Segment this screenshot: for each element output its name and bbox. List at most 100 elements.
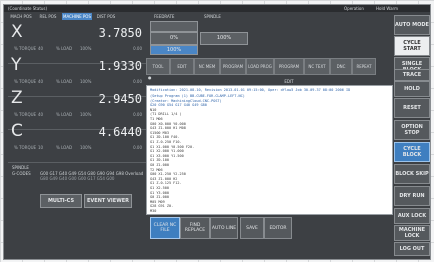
- program-line: (T1 DRILL 1/4 ): [150, 112, 182, 117]
- aux-lock-button[interactable]: AUX LOCK: [394, 208, 430, 224]
- title-bar-right-b: Hold Warm: [376, 6, 398, 11]
- torque-value: 40: [38, 79, 44, 84]
- gcode-label: G-CODES: [12, 171, 31, 176]
- load-value: 100%: [80, 112, 92, 117]
- title-bar-right-a: Operation: [344, 6, 364, 11]
- load-label: % LOAD: [56, 46, 73, 51]
- torque-value: 40: [38, 112, 44, 117]
- program-line: G28 G91 Z0.: [150, 204, 174, 209]
- cycle-start-button[interactable]: CYCLE START: [394, 36, 430, 56]
- auto-line-button[interactable]: AUTO LINE: [210, 217, 238, 239]
- toolbar-nc-mem[interactable]: NC MEM: [194, 58, 220, 75]
- load-value: 100%: [80, 46, 92, 51]
- toolbar-edit[interactable]: EDIT: [170, 58, 194, 75]
- program-line: (Setup Program (1) BB-CUBE-FOR-CLAMP-LEF…: [150, 94, 245, 98]
- program-header: Modification: 2021-08-10, Revision 2013-…: [150, 88, 351, 92]
- torque-label: % TORQUE: [14, 46, 37, 51]
- toolbar-tool[interactable]: TOOL: [146, 58, 170, 75]
- axis-zero: 0.00: [133, 79, 142, 84]
- block-skip-button[interactable]: BLOCK SKIP: [394, 164, 430, 184]
- axis-value: 2.9450: [98, 92, 142, 106]
- axis-zero: 0.00: [133, 112, 142, 117]
- feedrate-label: FEEDRATE: [154, 14, 175, 19]
- feed-100-button[interactable]: 100%: [150, 45, 198, 55]
- toolbar-program-edit[interactable]: PROGRAM EDIT: [274, 58, 304, 84]
- find-replace-button[interactable]: FIND REPLACE: [180, 217, 210, 239]
- program-path-label: ●: [148, 75, 152, 80]
- program-line: G00 X1.250 Y2.250: [150, 172, 186, 177]
- machine-lock-button[interactable]: MACHINE LOCK: [394, 225, 430, 241]
- load-label: % LOAD: [56, 112, 73, 117]
- program-line: G1 Z0.100 F40.: [150, 135, 180, 140]
- toolbar-dnc[interactable]: DNC: [330, 58, 352, 75]
- program-line: (Creator: MachiningCloud-CNC-POST): [150, 98, 222, 103]
- title-bar: (Coordinate Status) Operation Hold Warm: [4, 5, 430, 12]
- tab-dist-pos[interactable]: DIST POS: [94, 13, 118, 20]
- axis-letter: Y: [11, 55, 22, 75]
- hold-button[interactable]: HOLD: [394, 81, 430, 97]
- tab-mach-pos[interactable]: MACH POS: [8, 13, 34, 20]
- program-line: G0 Z1.000: [150, 195, 169, 200]
- spindle-label: SPINDLE: [12, 165, 29, 170]
- auto-mode-button[interactable]: AUTO MODE: [394, 15, 430, 35]
- load-value: 100%: [80, 145, 92, 150]
- axis-letter: X: [11, 22, 23, 42]
- load-value: 100%: [80, 79, 92, 84]
- axis-value: 3.7850: [98, 26, 142, 40]
- toolbar-nc-text[interactable]: NC TEXT: [304, 58, 330, 75]
- program-text-area[interactable]: Modification: 2021-08-10, Revision 2013-…: [146, 85, 393, 215]
- trace-button[interactable]: TRACE: [394, 69, 430, 81]
- program-line: T1 M06: [150, 117, 163, 121]
- program-line: G1 Y3.000: [150, 190, 169, 195]
- page-background: (Coordinate Status) Operation Hold Warm …: [0, 0, 434, 262]
- multi-cs-button[interactable]: MULTI-CS: [40, 194, 82, 208]
- event-viewer-button[interactable]: EVENT VIEWER: [84, 194, 132, 208]
- torque-label: % TORQUE: [14, 79, 37, 84]
- feed-0-button[interactable]: 0%: [150, 32, 198, 45]
- clear-nc-file-button[interactable]: CLEAR NC FILE: [150, 217, 180, 239]
- program-line: T2 M06: [150, 167, 163, 172]
- tab-machine-pos[interactable]: MACHINE POS: [62, 13, 92, 20]
- axis-value: 4.6440: [98, 125, 142, 139]
- program-line: G43 Z1.000 H1 M08: [150, 126, 186, 131]
- dry-run-button[interactable]: DRY RUN: [394, 186, 430, 206]
- program-line: G1 Z0.100: [150, 158, 169, 163]
- save-button[interactable]: SAVE: [240, 217, 264, 239]
- axis-zero: 0.00: [133, 145, 142, 150]
- tab-rel-pos[interactable]: REL POS: [36, 13, 60, 20]
- program-line: N10: [150, 107, 157, 112]
- cycle-block-button[interactable]: CYCLE BLOCK: [394, 142, 430, 162]
- program-line: G1 Z-0.125 F12.: [150, 181, 182, 186]
- toolbar-repeat[interactable]: REPEAT: [352, 58, 376, 75]
- program-line: M30: [150, 209, 157, 213]
- feed-zero-button[interactable]: [150, 21, 198, 32]
- spindle-override-label: SPINDLE: [204, 14, 221, 19]
- axis-c-panel: C 4.6440 % TORQUE 10 % LOAD 100% 0.00: [8, 120, 146, 163]
- toolbar-program[interactable]: PROGRAM: [220, 58, 246, 75]
- reset-button[interactable]: RESET: [394, 98, 430, 118]
- load-label: % LOAD: [56, 145, 73, 150]
- option-stop-button[interactable]: OPTION STOP: [394, 120, 430, 140]
- gcode-line-2: G80 G49 G40 G00 G00 G17 G54 G00: [40, 176, 115, 181]
- program-line: G20 G90 G54 G17 G40 G49 G80: [150, 103, 207, 108]
- program-line: G1 X2.500: [150, 186, 169, 190]
- axis-letter: Z: [11, 88, 23, 108]
- program-line: G1 X2.000 Y1.000: [150, 149, 184, 154]
- title-bar-left: (Coordinate Status): [8, 6, 48, 11]
- axis-zero: 0.00: [133, 46, 142, 51]
- program-line: G1 X3.000 Y1.500: [150, 153, 184, 158]
- program-line: M05 M09: [150, 199, 165, 204]
- program-line: G43 Z1.000 H2: [150, 176, 178, 181]
- axis-value: 1.9330: [98, 59, 142, 73]
- load-label: % LOAD: [56, 79, 73, 84]
- torque-label: % TORQUE: [14, 112, 37, 117]
- torque-label: % TORQUE: [14, 145, 37, 150]
- log-out-button[interactable]: LOG OUT: [394, 242, 430, 256]
- spindle-100-button[interactable]: 100%: [200, 32, 248, 45]
- program-line: G1 X1.000 Y0.500 F20.: [150, 144, 195, 149]
- toolbar-load-prog[interactable]: LOAD PROG: [246, 58, 274, 75]
- editor-button[interactable]: EDITOR: [264, 217, 292, 239]
- torque-value: 40: [38, 46, 44, 51]
- axis-letter: C: [11, 121, 23, 141]
- program-line: G1 Z-0.250 F10.: [150, 140, 182, 144]
